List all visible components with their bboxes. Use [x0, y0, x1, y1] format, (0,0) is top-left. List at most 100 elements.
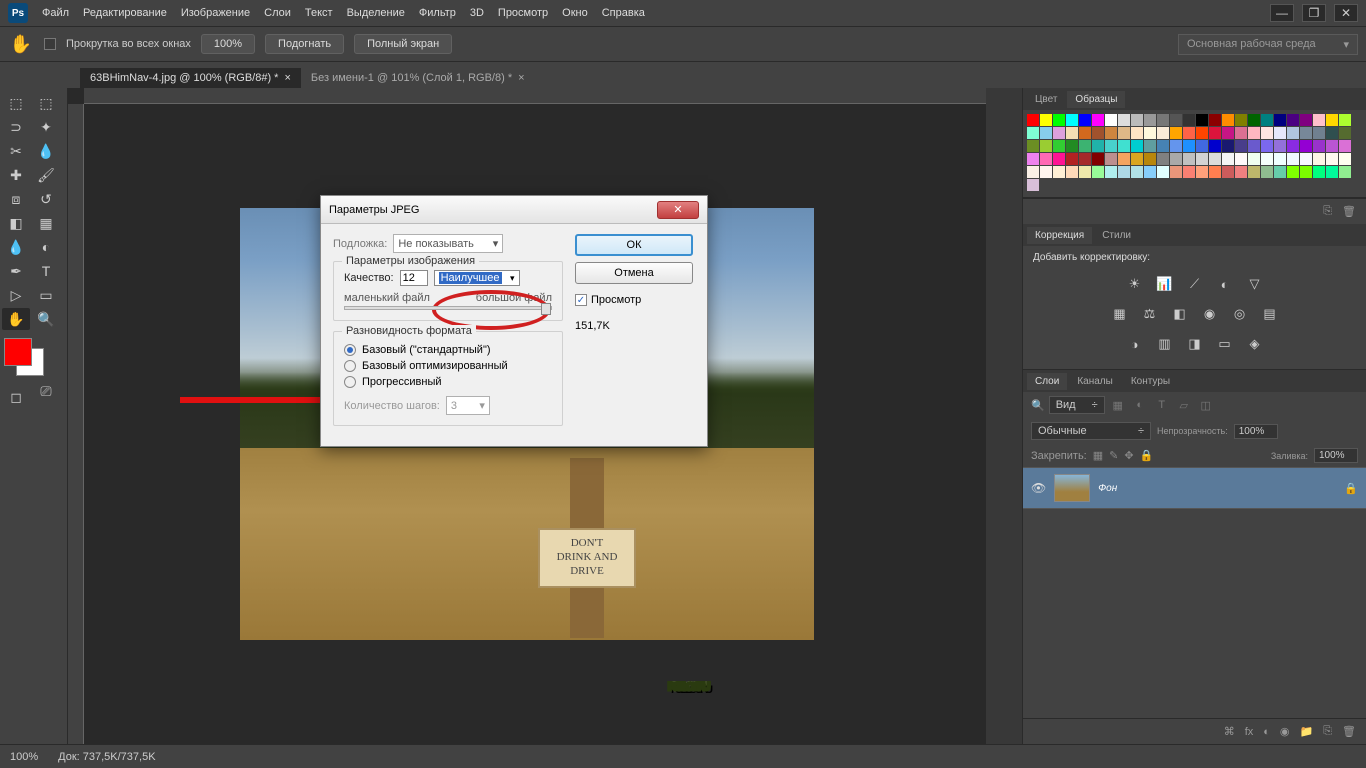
brush-tool[interactable]: 🖌	[32, 164, 60, 186]
paths-tab[interactable]: Контуры	[1123, 373, 1178, 390]
blur-tool[interactable]: 💧	[2, 236, 30, 258]
swatch[interactable]	[1118, 114, 1130, 126]
swatch[interactable]	[1209, 114, 1221, 126]
swatch[interactable]	[1092, 153, 1104, 165]
swatch[interactable]	[1040, 153, 1052, 165]
swatch[interactable]	[1105, 153, 1117, 165]
swatch[interactable]	[1040, 114, 1052, 126]
swatch[interactable]	[1144, 127, 1156, 139]
swatch[interactable]	[1144, 114, 1156, 126]
swatch[interactable]	[1157, 166, 1169, 178]
threshold-icon[interactable]: ◨	[1185, 335, 1205, 353]
swatch[interactable]	[1196, 166, 1208, 178]
swatch[interactable]	[1339, 114, 1351, 126]
swatch[interactable]	[1339, 166, 1351, 178]
swatch[interactable]	[1027, 179, 1039, 191]
swatch[interactable]	[1235, 114, 1247, 126]
hue-icon[interactable]: ▦	[1110, 305, 1130, 323]
swatch-grid[interactable]	[1023, 110, 1366, 195]
stamp-tool[interactable]: ⧈	[2, 188, 30, 210]
swatch[interactable]	[1131, 140, 1143, 152]
filter-shape-icon[interactable]: ▱	[1175, 397, 1193, 413]
filter-icon[interactable]: 🔍	[1031, 399, 1045, 412]
fill-value[interactable]: 100%	[1314, 448, 1358, 463]
swatch[interactable]	[1170, 153, 1182, 165]
swatch[interactable]	[1274, 153, 1286, 165]
pen-tool[interactable]: ✒	[2, 260, 30, 282]
channels-tab[interactable]: Каналы	[1069, 373, 1121, 390]
balance-icon[interactable]: ⚖	[1140, 305, 1160, 323]
zoom-100-button[interactable]: 100%	[201, 34, 255, 54]
swatch[interactable]	[1300, 114, 1312, 126]
workspace-selector[interactable]: Основная рабочая среда▾	[1178, 34, 1358, 55]
shape-tool[interactable]: ▭	[32, 284, 60, 306]
swatch[interactable]	[1287, 166, 1299, 178]
tab-close-icon[interactable]: ×	[518, 72, 524, 84]
dialog-titlebar[interactable]: Параметры JPEG ✕	[321, 196, 707, 224]
swatch[interactable]	[1339, 140, 1351, 152]
swatch[interactable]	[1157, 140, 1169, 152]
swatch[interactable]	[1053, 153, 1065, 165]
swatch[interactable]	[1079, 114, 1091, 126]
quality-preset-combo[interactable]: Наилучшее▾	[434, 270, 520, 286]
swatch[interactable]	[1326, 114, 1338, 126]
menu-Справка[interactable]: Справка	[602, 7, 645, 19]
swatch[interactable]	[1261, 114, 1273, 126]
swatch[interactable]	[1326, 127, 1338, 139]
screenmode-toggle[interactable]: ⎚	[32, 380, 60, 402]
swatch[interactable]	[1066, 166, 1078, 178]
swatch[interactable]	[1053, 114, 1065, 126]
swatch[interactable]	[1261, 166, 1273, 178]
swatch[interactable]	[1313, 127, 1325, 139]
path-select-tool[interactable]: ▷	[2, 284, 30, 306]
swatch[interactable]	[1235, 140, 1247, 152]
gradient-map-icon[interactable]: ▭	[1215, 335, 1235, 353]
layers-tab[interactable]: Слои	[1027, 373, 1067, 390]
swatch[interactable]	[1079, 140, 1091, 152]
trash-icon[interactable]: 🗑	[1342, 725, 1356, 738]
link-icon[interactable]: ⌘	[1224, 725, 1235, 738]
swatch[interactable]	[1222, 166, 1234, 178]
swatch[interactable]	[1170, 166, 1182, 178]
swatch[interactable]	[1261, 140, 1273, 152]
swatch[interactable]	[1118, 166, 1130, 178]
swatch[interactable]	[1326, 166, 1338, 178]
swatch[interactable]	[1079, 127, 1091, 139]
swatch[interactable]	[1287, 127, 1299, 139]
swatch[interactable]	[1092, 127, 1104, 139]
swatch[interactable]	[1209, 140, 1221, 152]
swatch[interactable]	[1300, 153, 1312, 165]
swatch[interactable]	[1040, 166, 1052, 178]
delete-icon[interactable]: 🗑	[1342, 205, 1356, 218]
swatch[interactable]	[1261, 127, 1273, 139]
swatch[interactable]	[1027, 153, 1039, 165]
swatch[interactable]	[1131, 166, 1143, 178]
swatch[interactable]	[1235, 166, 1247, 178]
menu-Окно[interactable]: Окно	[562, 7, 588, 19]
swatch[interactable]	[1300, 127, 1312, 139]
minimize-button[interactable]: —	[1270, 4, 1294, 22]
swatch[interactable]	[1274, 114, 1286, 126]
new-layer-icon[interactable]: ⎘	[1323, 725, 1332, 738]
quickmask-toggle[interactable]: ◻	[2, 386, 30, 408]
swatch[interactable]	[1170, 127, 1182, 139]
baseline-radio[interactable]: Базовый ("стандартный")	[344, 344, 552, 356]
group-icon[interactable]: 📁	[1300, 725, 1314, 738]
bw-icon[interactable]: ◧	[1170, 305, 1190, 323]
swatch[interactable]	[1287, 114, 1299, 126]
color-swatches[interactable]	[2, 338, 62, 378]
filter-kind-combo[interactable]: Вид÷	[1049, 396, 1105, 414]
swatch[interactable]	[1209, 153, 1221, 165]
marquee-tool[interactable]: ⬚	[32, 92, 60, 114]
color-tab[interactable]: Цвет	[1027, 91, 1065, 108]
scroll-all-checkbox[interactable]	[44, 38, 56, 50]
menu-Просмотр[interactable]: Просмотр	[498, 7, 548, 19]
layer-thumbnail[interactable]	[1054, 474, 1090, 502]
lasso-tool[interactable]: ⊃	[2, 116, 30, 138]
vibrance-icon[interactable]: ▽	[1245, 275, 1265, 293]
swatch[interactable]	[1248, 153, 1260, 165]
swatch[interactable]	[1105, 127, 1117, 139]
swatch[interactable]	[1157, 153, 1169, 165]
progressive-radio[interactable]: Прогрессивный	[344, 376, 552, 388]
dialog-close-button[interactable]: ✕	[657, 201, 699, 219]
